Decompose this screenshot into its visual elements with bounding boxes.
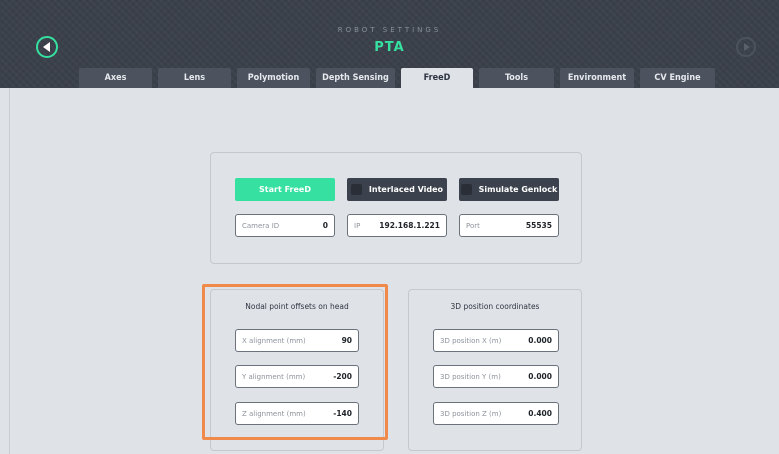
port-label: Port bbox=[466, 221, 480, 230]
position-coordinates-title: 3D position coordinates bbox=[450, 302, 540, 311]
tab-cv-engine[interactable]: CV Engine bbox=[640, 68, 715, 88]
tab-axes[interactable]: Axes bbox=[79, 68, 152, 88]
freed-panel: Start FreeD Interlaced Video Simulate Ge… bbox=[210, 152, 582, 264]
tab-lens[interactable]: Lens bbox=[158, 68, 231, 88]
camera-id-value: 0 bbox=[322, 221, 328, 230]
position-coordinates-panel: 3D position coordinates 3D position X (m… bbox=[408, 289, 582, 451]
tab-bar: Axes Lens Polymotion Depth Sensing FreeD… bbox=[0, 68, 779, 88]
page-supertitle: ROBOT SETTINGS bbox=[337, 26, 442, 34]
position-x-label: 3D position X (m) bbox=[440, 336, 502, 345]
position-y-label: 3D position Y (m) bbox=[440, 372, 501, 381]
tab-freed[interactable]: FreeD bbox=[401, 68, 473, 88]
page-title: PTA bbox=[374, 40, 405, 55]
checkbox-icon bbox=[460, 184, 472, 195]
interlaced-video-label: Interlaced Video bbox=[368, 185, 444, 194]
simulate-genlock-toggle[interactable]: Simulate Genlock bbox=[459, 178, 559, 201]
simulate-genlock-label: Simulate Genlock bbox=[478, 185, 558, 194]
port-value: 55535 bbox=[525, 221, 552, 230]
tab-tools[interactable]: Tools bbox=[479, 68, 554, 88]
position-z-label: 3D position Z (m) bbox=[440, 409, 502, 418]
checkbox-icon bbox=[350, 184, 362, 195]
ip-field[interactable]: IP 192.168.1.221 bbox=[347, 214, 447, 237]
highlight-box bbox=[202, 284, 388, 440]
start-freed-button[interactable]: Start FreeD bbox=[235, 178, 335, 201]
ip-value: 192.168.1.221 bbox=[379, 221, 440, 230]
position-z-value: 0.400 bbox=[528, 409, 552, 418]
position-y-value: 0.000 bbox=[528, 372, 552, 381]
position-x-value: 0.000 bbox=[528, 336, 552, 345]
port-field[interactable]: Port 55535 bbox=[459, 214, 559, 237]
content-area bbox=[9, 88, 779, 454]
camera-id-label: Camera ID bbox=[242, 221, 280, 230]
position-x-field[interactable]: 3D position X (m) 0.000 bbox=[433, 329, 559, 352]
position-z-field[interactable]: 3D position Z (m) 0.400 bbox=[433, 402, 559, 425]
position-y-field[interactable]: 3D position Y (m) 0.000 bbox=[433, 365, 559, 388]
interlaced-video-toggle[interactable]: Interlaced Video bbox=[347, 178, 447, 201]
tab-polymotion[interactable]: Polymotion bbox=[237, 68, 310, 88]
camera-id-field[interactable]: Camera ID 0 bbox=[235, 214, 335, 237]
tab-environment[interactable]: Environment bbox=[560, 68, 634, 88]
tab-depth-sensing[interactable]: Depth Sensing bbox=[316, 68, 395, 88]
chevron-right-icon[interactable] bbox=[736, 37, 756, 57]
ip-label: IP bbox=[354, 221, 361, 230]
header-bar: ROBOT SETTINGS PTA Axes Lens Polymotion … bbox=[0, 0, 779, 88]
